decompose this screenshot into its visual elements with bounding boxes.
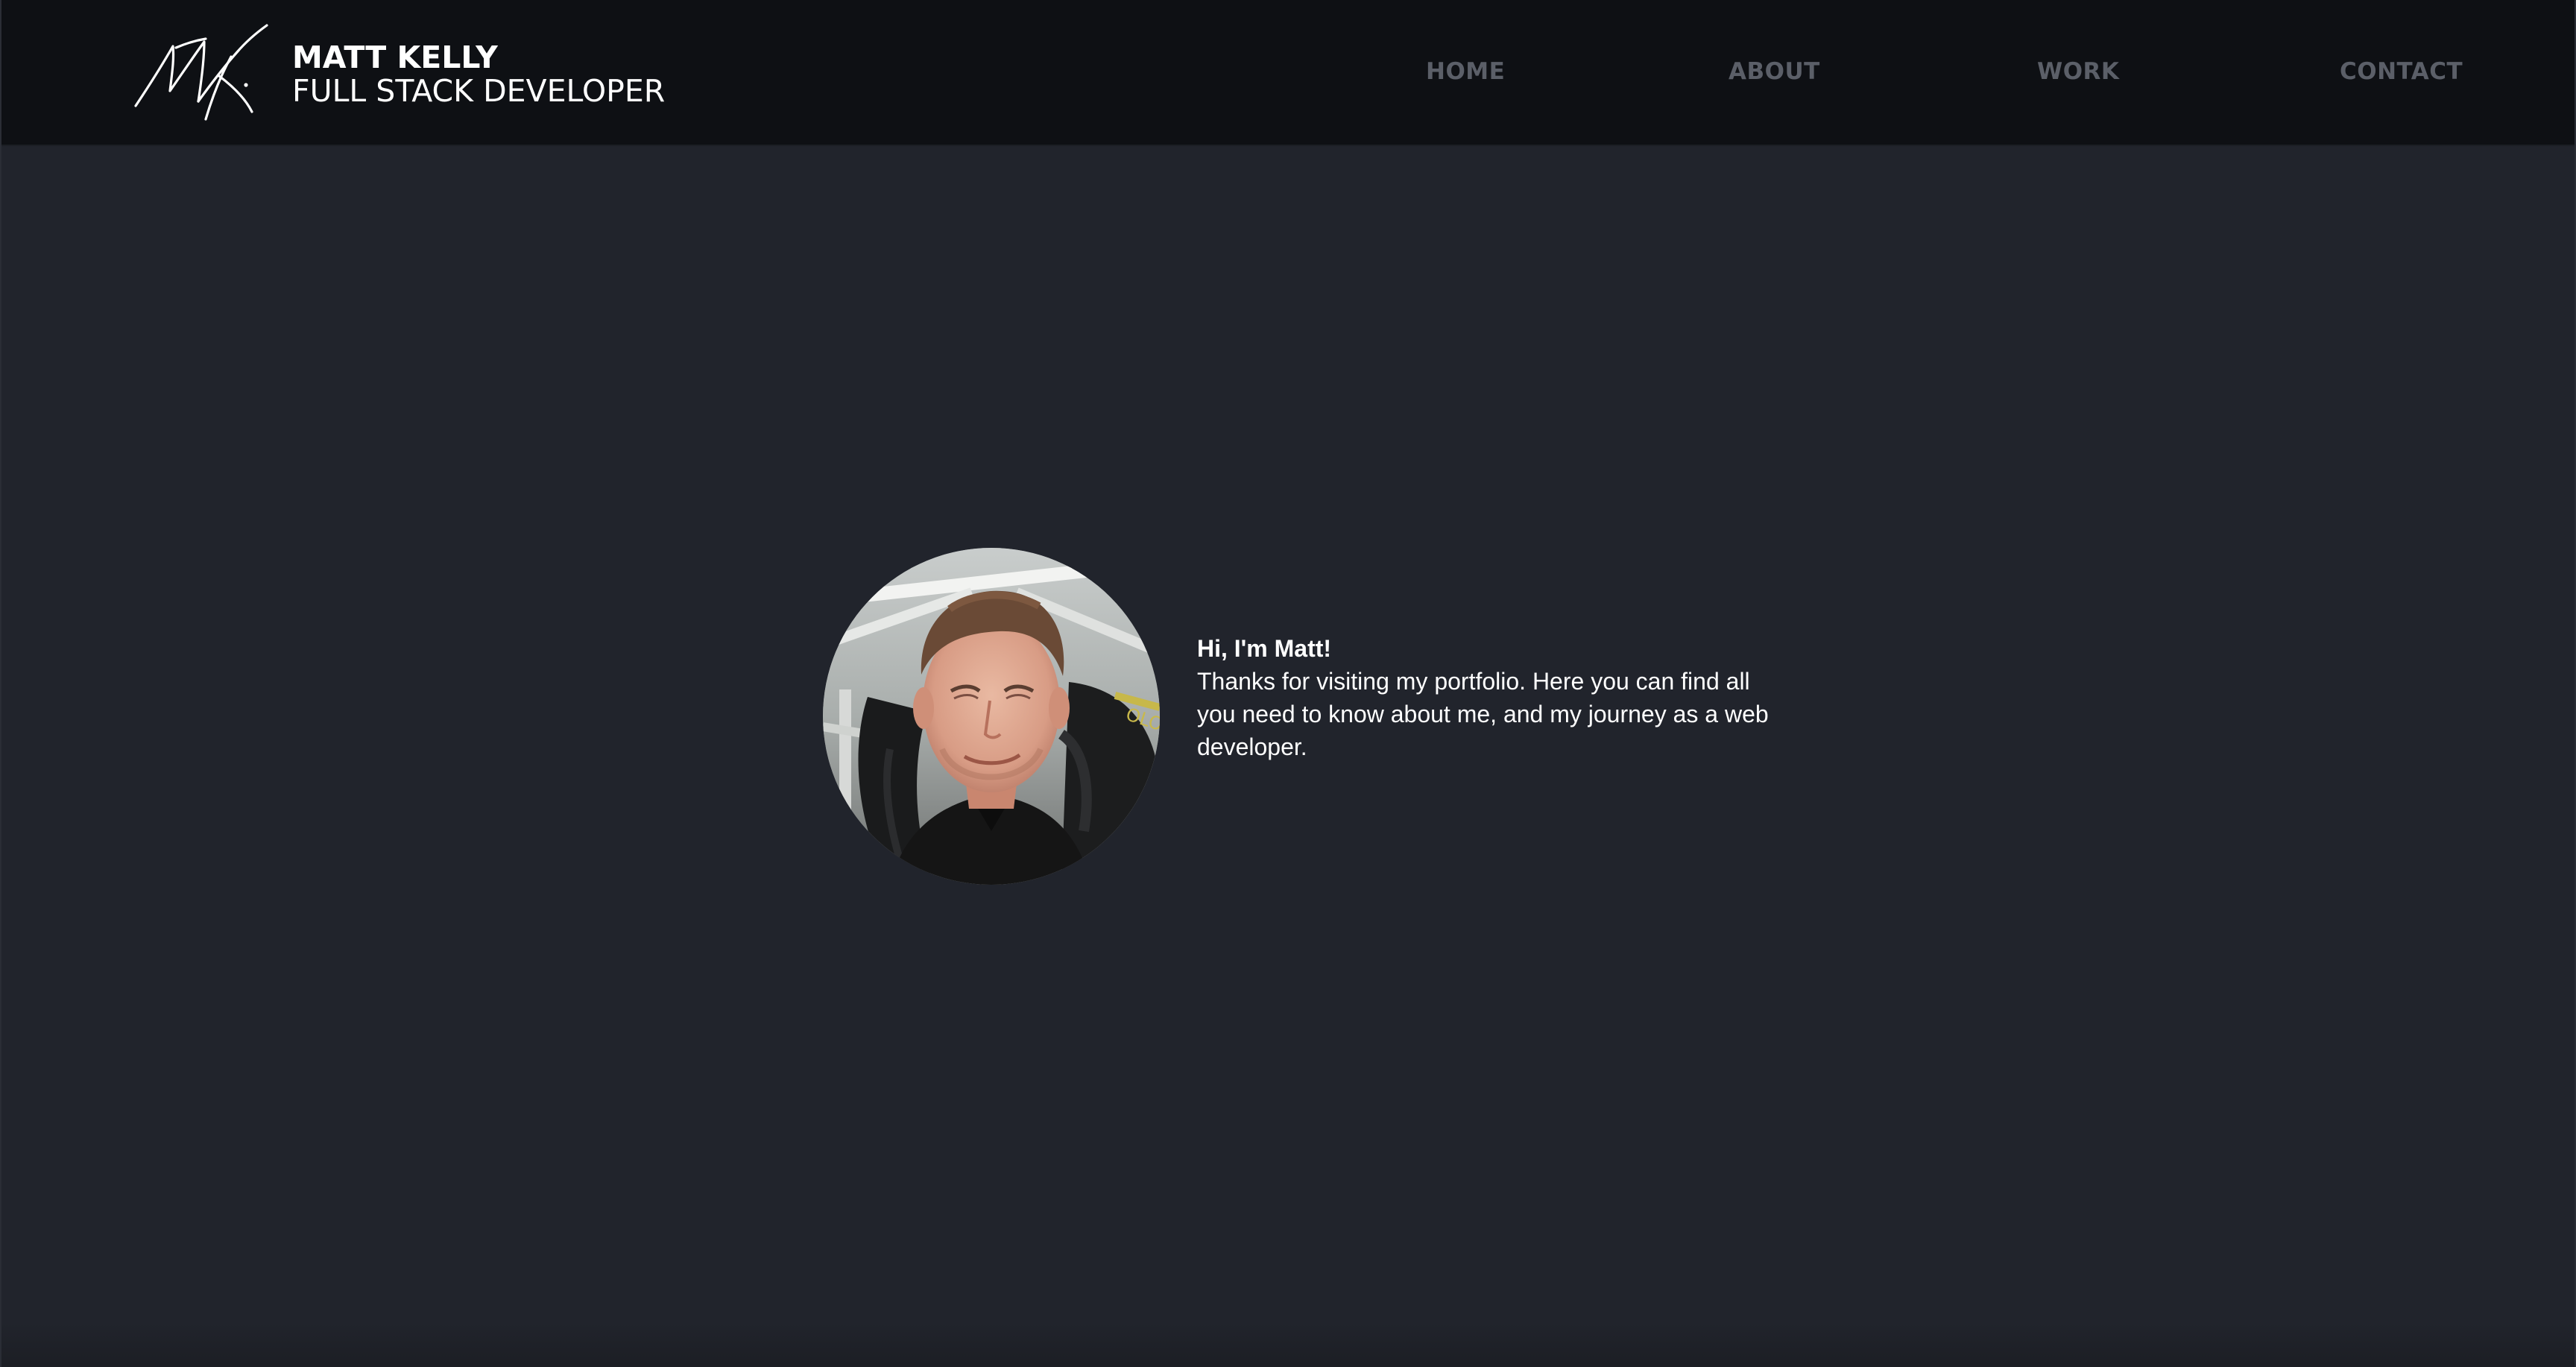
nav-contact-link[interactable]: CONTACT	[2340, 58, 2463, 85]
intro-heading: Hi, I'm Matt!	[1197, 635, 1332, 662]
intro-body: Thanks for visiting my portfolio. Here y…	[1197, 668, 1769, 760]
profile-photo: OLO	[823, 548, 1160, 885]
bottom-fade	[1, 1322, 2575, 1367]
intro-text: Hi, I'm Matt! Thanks for visiting my por…	[1197, 632, 1786, 763]
nav-home-link[interactable]: HOME	[1426, 58, 1505, 85]
main-nav: HOME ABOUT WORK CONTACT	[1, 58, 2575, 88]
site-header: MATT KELLY FULL STACK DEVELOPER HOME ABO…	[1, 0, 2575, 146]
nav-about-link[interactable]: ABOUT	[1729, 58, 1820, 85]
portfolio-page: MATT KELLY FULL STACK DEVELOPER HOME ABO…	[0, 0, 2576, 1367]
profile-photo-illustration: OLO	[823, 548, 1160, 885]
nav-work-link[interactable]: WORK	[2037, 58, 2119, 85]
intro-section: OLO Hi, I'm Matt! Thanks for visiting my…	[823, 548, 1786, 885]
